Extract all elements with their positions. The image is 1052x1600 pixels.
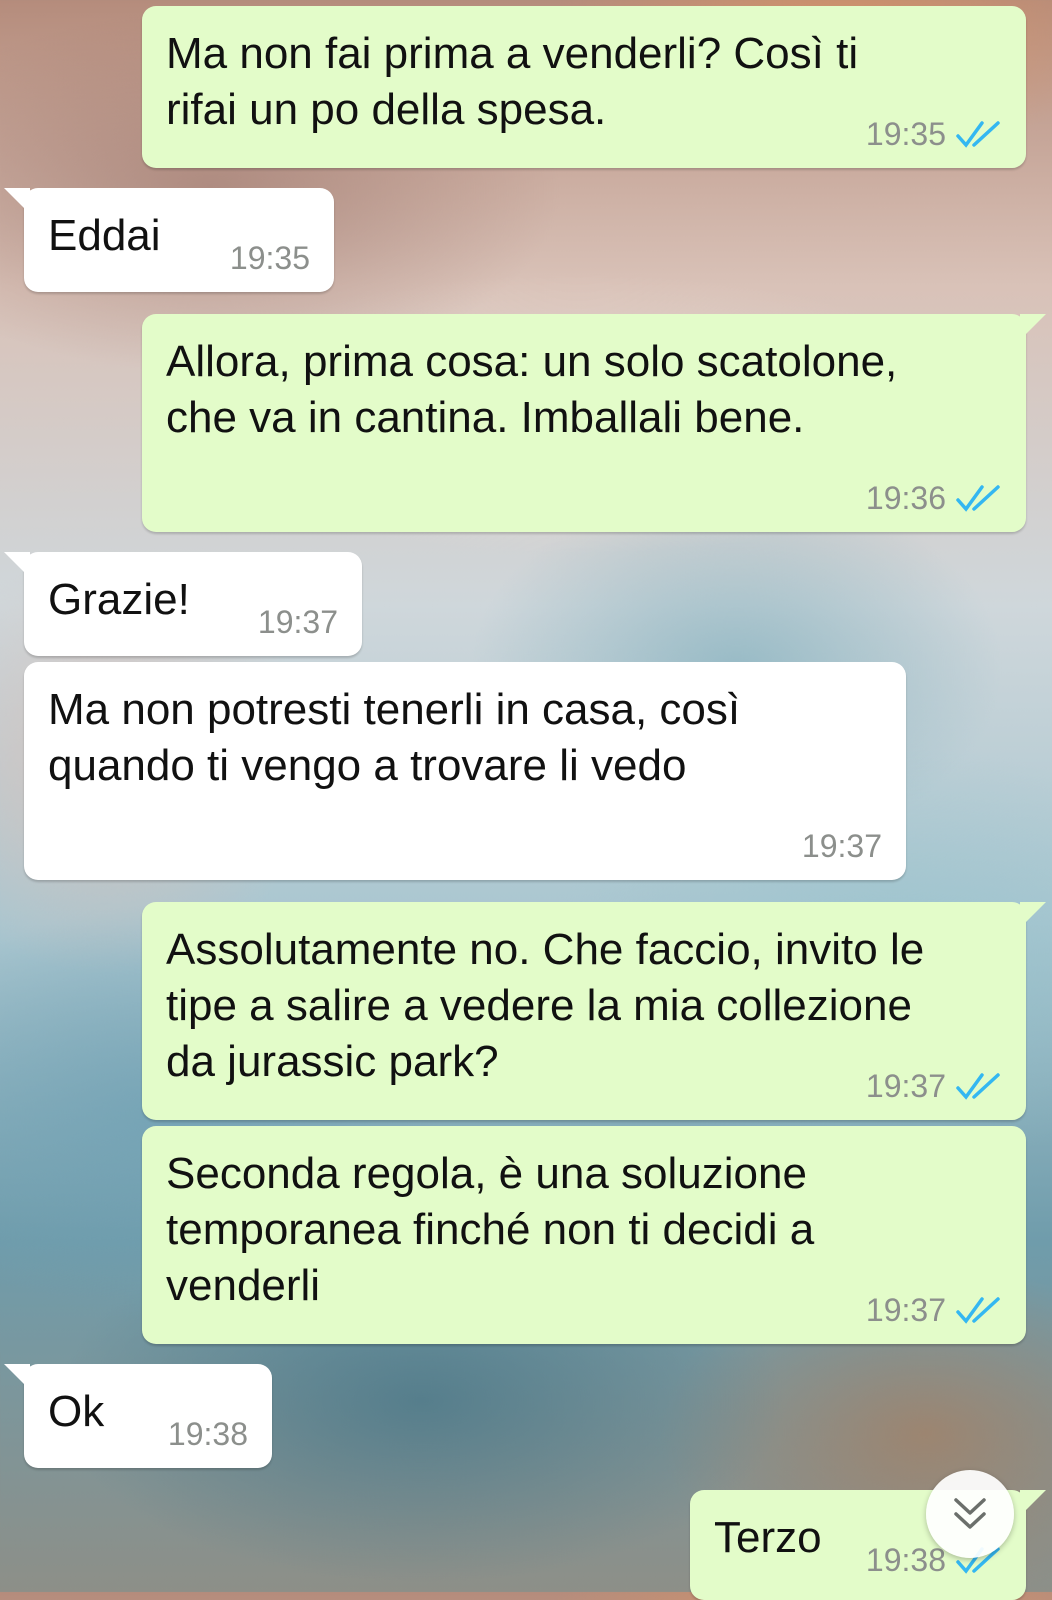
- read-ticks-icon: [956, 1297, 1000, 1324]
- message-time: 19:36: [865, 480, 946, 516]
- message-text: Ma non potresti tenerli in casa, così qu…: [48, 685, 741, 790]
- message-bubble-outgoing[interactable]: Seconda regola, è una soluzione temporan…: [142, 1126, 1026, 1344]
- double-chevron-down-icon: [954, 1498, 986, 1529]
- message-meta: 19:36: [866, 480, 1002, 516]
- message-bubble-outgoing[interactable]: Ma non fai prima a venderli? Così ti rif…: [142, 6, 1026, 168]
- message-time: 19:38: [167, 1416, 248, 1452]
- message-time: 19:37: [865, 1068, 946, 1104]
- message-time: 19:37: [257, 604, 338, 640]
- message-meta: 19:35: [230, 240, 310, 276]
- message-meta: 19:35: [866, 116, 1002, 152]
- message-bubble-incoming[interactable]: Ma non potresti tenerli in casa, così qu…: [24, 662, 906, 880]
- message-text: Grazie!: [48, 575, 190, 624]
- message-bubble-incoming[interactable]: Ok 19:38: [4, 1364, 272, 1468]
- bubble-tail: [4, 188, 30, 214]
- message-text: Eddai: [48, 211, 161, 260]
- message-meta: 19:37: [258, 604, 338, 640]
- chat-messages: Ma non fai prima a venderli? Così ti rif…: [0, 0, 1052, 1600]
- bubble-tail: [1020, 902, 1046, 928]
- message-time: 19:35: [229, 240, 310, 276]
- read-ticks-icon: [956, 485, 1000, 512]
- message-text: Seconda regola, è una soluzione temporan…: [166, 1149, 815, 1310]
- message-time: 19:38: [865, 1542, 946, 1578]
- message-meta: 19:37: [866, 1292, 1002, 1328]
- message-time: 19:37: [865, 1292, 946, 1328]
- bubble-tail: [4, 1364, 30, 1390]
- bubble-tail: [4, 552, 30, 578]
- read-ticks-icon: [956, 121, 1000, 148]
- message-time: 19:35: [865, 116, 946, 152]
- message-meta: 19:37: [866, 1068, 1002, 1104]
- message-time: 19:37: [801, 828, 882, 864]
- message-bubble-outgoing[interactable]: Allora, prima cosa: un solo scatolone, c…: [142, 314, 1046, 532]
- bubble-tail: [1020, 1490, 1046, 1516]
- message-text: Ma non fai prima a venderli? Così ti rif…: [166, 29, 859, 134]
- scroll-to-bottom-button[interactable]: [926, 1470, 1014, 1558]
- message-text: Allora, prima cosa: un solo scatolone, c…: [166, 337, 898, 442]
- message-text: Ok: [48, 1387, 105, 1436]
- message-text: Assolutamente no. Che faccio, invito le …: [166, 925, 925, 1086]
- message-meta: 19:38: [168, 1416, 248, 1452]
- message-text: Terzo: [714, 1513, 822, 1562]
- message-bubble-outgoing[interactable]: Assolutamente no. Che faccio, invito le …: [142, 902, 1046, 1120]
- message-bubble-incoming[interactable]: Eddai 19:35: [4, 188, 334, 292]
- message-meta: 19:37: [802, 828, 882, 864]
- message-bubble-incoming[interactable]: Grazie! 19:37: [4, 552, 362, 656]
- read-ticks-icon: [956, 1073, 1000, 1100]
- bubble-tail: [1020, 314, 1046, 340]
